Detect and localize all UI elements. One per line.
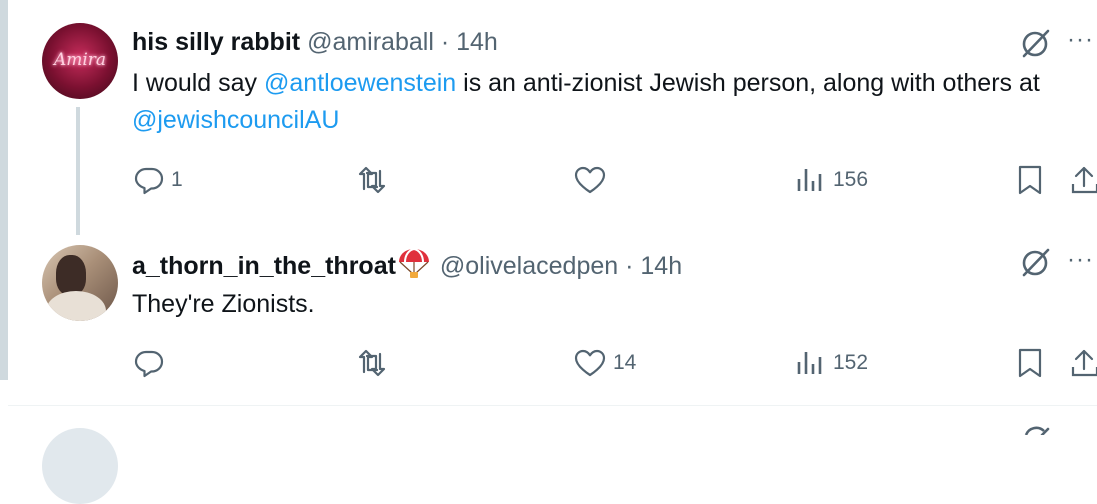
reply-button[interactable] (133, 347, 171, 379)
bookmark-button[interactable] (1016, 347, 1044, 379)
author-handle[interactable]: @amiraball (307, 28, 434, 56)
avatar-hair (56, 255, 86, 295)
post-time[interactable]: 14h (456, 28, 498, 56)
mention-link[interactable]: @jewishcouncilAU (132, 106, 339, 134)
post-divider (8, 405, 1097, 406)
author-name[interactable]: a_thorn_in_the_throat (132, 252, 396, 280)
post-amiraball[interactable]: Amira his silly rabbit @amiraball · 14h … (0, 0, 1097, 235)
post-actions: 1 156 (0, 164, 1097, 200)
like-icon (574, 349, 606, 377)
retweet-icon (358, 349, 386, 377)
views-button[interactable]: 156 (795, 164, 868, 196)
retweet-button[interactable] (356, 347, 394, 379)
post-text: They're Zionists. (132, 290, 315, 318)
reply-count: 1 (171, 168, 183, 191)
mention-link[interactable]: @antloewenstein (264, 69, 456, 97)
avatar[interactable]: Amira (42, 23, 118, 99)
view-count: 156 (833, 168, 869, 191)
more-options-icon[interactable]: ··· (1067, 28, 1097, 52)
grok-icon[interactable] (1020, 27, 1052, 59)
retweet-icon (358, 166, 386, 194)
share-icon (1071, 166, 1097, 194)
bookmark-icon (1018, 165, 1042, 195)
retweet-button[interactable] (356, 164, 394, 196)
like-button[interactable]: 14 (573, 347, 636, 379)
views-icon (797, 169, 822, 191)
reply-button[interactable]: 1 (133, 164, 183, 196)
share-icon (1071, 349, 1097, 377)
like-button[interactable] (573, 164, 613, 196)
post-actions: 14 152 (0, 347, 1097, 383)
reply-icon (134, 167, 164, 195)
views-button[interactable]: 152 (795, 347, 868, 379)
text-segment: I would say (132, 69, 265, 97)
grok-icon[interactable] (1020, 425, 1052, 435)
post-header: a_thorn_in_the_throat @olivelacedpen · 1… (132, 248, 682, 281)
avatar-neon-text: Amira (53, 50, 107, 70)
share-button[interactable] (1071, 164, 1097, 196)
separator-dot: · (440, 28, 450, 56)
more-options-icon[interactable]: ··· (1067, 248, 1097, 272)
post-text: I would say @antloewenstein is an anti-z… (132, 65, 1082, 139)
avatar[interactable] (42, 245, 118, 321)
avatar-shoulder (46, 291, 106, 321)
text-segment: is an anti-zionist Jewish person, along … (456, 69, 1040, 97)
avatar[interactable] (42, 428, 118, 504)
share-button[interactable] (1071, 347, 1097, 379)
grok-icon[interactable] (1020, 246, 1052, 278)
like-icon (574, 166, 606, 194)
bookmark-button[interactable] (1016, 164, 1044, 196)
author-handle[interactable]: @olivelacedpen (440, 252, 618, 280)
views-icon (797, 352, 822, 374)
view-count: 152 (833, 351, 869, 374)
reply-icon (134, 350, 164, 378)
parachute-icon (398, 248, 429, 278)
post-olivelacedpen[interactable]: a_thorn_in_the_throat @olivelacedpen · 1… (0, 226, 1097, 406)
post-header: his silly rabbit @amiraball · 14h (132, 27, 498, 57)
like-count: 14 (613, 351, 637, 374)
separator-dot: · (625, 252, 634, 280)
post-time[interactable]: 14h (640, 252, 682, 280)
author-name[interactable]: his silly rabbit (132, 28, 300, 56)
bookmark-icon (1018, 348, 1042, 378)
